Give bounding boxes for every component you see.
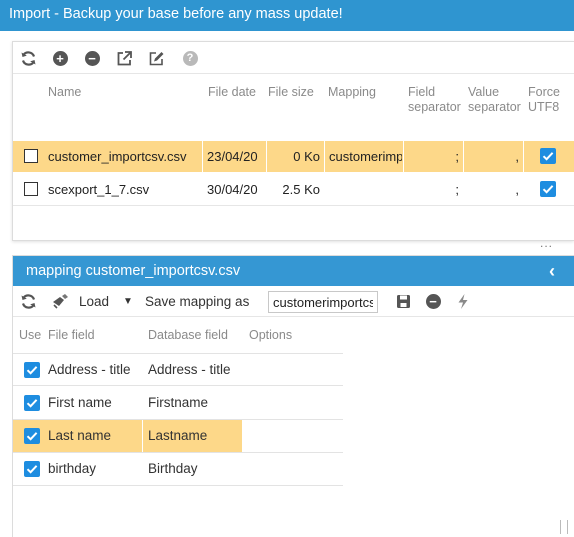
field-separator: ; — [455, 182, 459, 197]
file-row[interactable]: customer_importcsv.csv 23/04/20 0 Ko cus… — [13, 141, 574, 172]
mapping-panel-header: mapping customer_importcsv.csv ‹ — [13, 256, 574, 286]
database-field[interactable]: Lastname — [148, 420, 207, 452]
mapping-row[interactable]: Last name Lastname — [13, 420, 343, 453]
database-field[interactable]: Birthday — [148, 453, 198, 485]
column-header-value-separator[interactable]: Value separator — [468, 85, 524, 115]
column-header-file-date[interactable]: File date — [208, 85, 256, 100]
panel-resize-handle[interactable]: ... — [540, 236, 553, 250]
file-mapping — [329, 174, 402, 205]
column-header-name[interactable]: Name — [48, 85, 81, 100]
load-mapping-icon[interactable] — [51, 292, 73, 310]
file-mapping: customerimp — [329, 149, 402, 164]
column-header-force-utf8[interactable]: Force UTF8 — [528, 85, 568, 115]
refresh-icon[interactable] — [19, 292, 37, 310]
value-separator: , — [515, 182, 519, 197]
file-field: First name — [48, 395, 112, 410]
mapping-name-input[interactable] — [268, 291, 378, 313]
file-size: 0 Ko — [293, 149, 320, 164]
load-button[interactable]: Load — [79, 286, 109, 317]
column-header-file-field: File field — [48, 328, 95, 342]
remove-icon[interactable]: − — [83, 49, 101, 67]
use-checkbox[interactable] — [24, 461, 40, 477]
row-select-checkbox[interactable] — [24, 149, 38, 163]
database-field[interactable]: Firstname — [148, 387, 208, 419]
use-checkbox[interactable] — [24, 428, 40, 444]
mapping-row[interactable]: Address - title Address - title — [13, 353, 343, 386]
save-icon[interactable] — [394, 292, 412, 310]
file-row[interactable]: scexport_1_7.csv 30/04/20 2.5 Ko ; , — [13, 174, 574, 205]
file-name: scexport_1_7.csv — [48, 182, 150, 197]
file-date: 30/04/20 — [207, 182, 258, 197]
row-select-checkbox[interactable] — [24, 182, 38, 196]
value-separator: , — [515, 149, 519, 164]
column-header-options: Options — [249, 328, 293, 342]
window-title: Import - Backup your base before any mas… — [9, 6, 343, 22]
load-dropdown-icon[interactable]: ▼ — [123, 286, 133, 317]
column-header-field-separator[interactable]: Field separator — [408, 85, 464, 115]
window-title-bar: Import - Backup your base before any mas… — [0, 0, 574, 31]
files-panel: + − ? Name File date File size Mapping F… — [12, 41, 574, 241]
file-size: 2.5 Ko — [282, 182, 320, 197]
column-header-mapping[interactable]: Mapping — [328, 85, 376, 100]
field-separator: ; — [455, 149, 459, 164]
column-header-database-field: Database field — [148, 328, 228, 342]
database-field[interactable]: Address - title — [148, 354, 231, 386]
mapping-row[interactable]: birthday Birthday — [13, 453, 343, 486]
use-checkbox[interactable] — [24, 362, 40, 378]
force-utf8-checkbox[interactable] — [540, 148, 556, 164]
collapse-icon[interactable]: ‹ — [549, 256, 555, 286]
file-date: 23/04/20 — [207, 149, 258, 164]
mapping-row[interactable]: First name Firstname — [13, 387, 343, 420]
refresh-icon[interactable] — [19, 49, 37, 67]
mapping-toolbar: Load ▼ Save mapping as − — [13, 286, 574, 317]
column-header-file-size[interactable]: File size — [268, 85, 314, 100]
mapping-panel: mapping customer_importcsv.csv ‹ Load ▼ … — [12, 255, 574, 537]
save-mapping-label: Save mapping as — [145, 294, 250, 309]
column-header-use: Use — [19, 328, 42, 342]
help-icon[interactable]: ? — [181, 49, 199, 67]
files-toolbar: + − ? — [13, 42, 574, 74]
panel-resize-grip[interactable] — [560, 520, 568, 534]
delete-mapping-icon[interactable]: − — [424, 292, 442, 310]
lightning-icon[interactable] — [454, 292, 472, 310]
export-icon[interactable] — [115, 49, 133, 67]
file-field: Address - title — [48, 362, 131, 377]
mapping-panel-title: mapping customer_importcsv.csv — [26, 263, 241, 279]
add-icon[interactable]: + — [51, 49, 69, 67]
file-field: birthday — [48, 461, 97, 476]
force-utf8-checkbox[interactable] — [540, 181, 556, 197]
use-checkbox[interactable] — [24, 395, 40, 411]
file-name: customer_importcsv.csv — [48, 149, 187, 164]
edit-icon[interactable] — [147, 49, 165, 67]
file-field: Last name — [48, 428, 112, 443]
